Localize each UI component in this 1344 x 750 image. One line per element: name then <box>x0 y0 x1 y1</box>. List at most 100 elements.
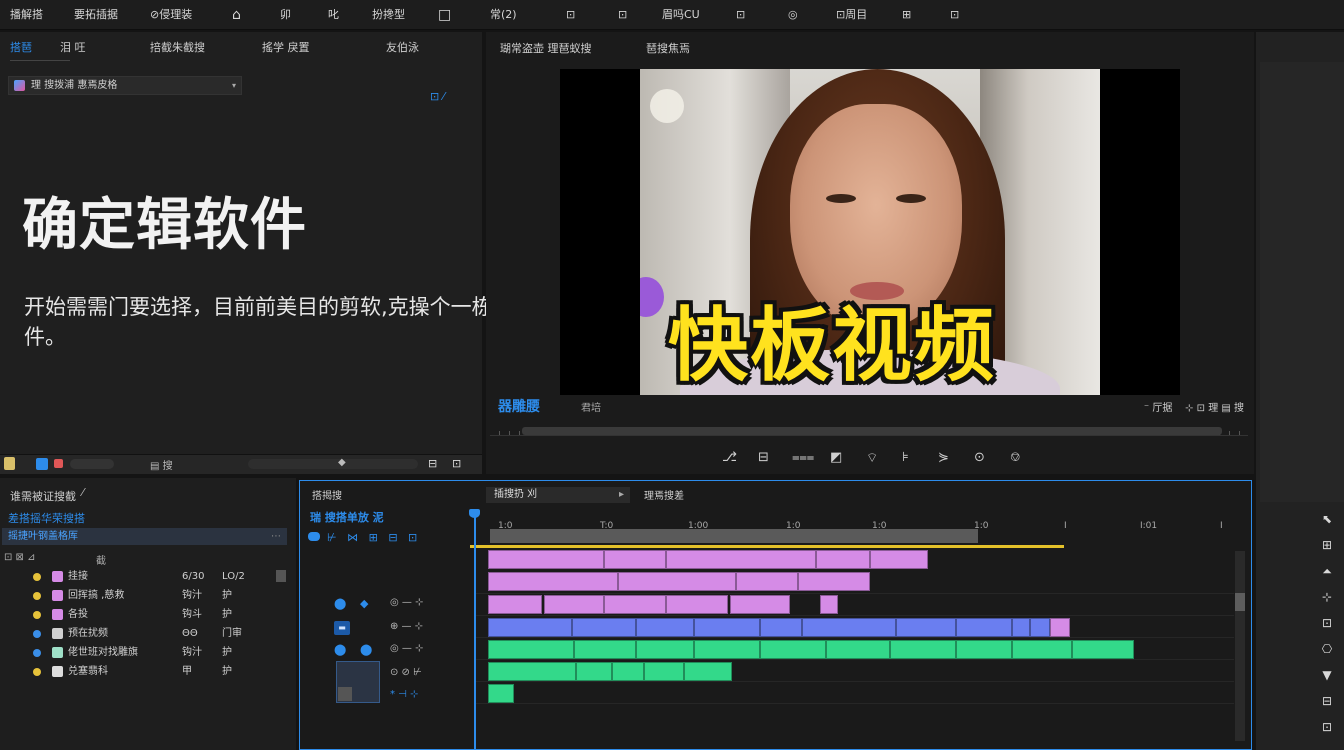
bin-row[interactable]: 预在扰频 ΘΘ 门审 <box>0 625 296 643</box>
track-controls[interactable]: ◎ — ⊹ <box>390 643 423 654</box>
work-area-bar[interactable] <box>490 529 978 543</box>
timeline-scroll-thumb[interactable] <box>1235 593 1245 611</box>
playhead-timecode[interactable]: 器雕腰 <box>498 396 540 416</box>
timeline-timecode[interactable]: 瑞 搜搭单放 泥 <box>310 509 384 525</box>
program-zoom-bar[interactable] <box>522 427 1222 435</box>
hand-tool-icon[interactable]: ▼ <box>1310 668 1344 682</box>
audio-clip[interactable] <box>1012 640 1072 659</box>
source-patch-indicator[interactable] <box>338 687 352 701</box>
timeline-clip[interactable] <box>760 618 802 637</box>
timeline-clip[interactable] <box>736 572 798 591</box>
mark-in-icon[interactable]: ⎇ <box>722 450 737 465</box>
track-label-icon[interactable]: ▬ <box>334 621 350 635</box>
track-controls[interactable]: ◎ — ⊹ <box>390 597 423 608</box>
snap-icon[interactable] <box>308 532 320 541</box>
menu-item-6[interactable]: 眉吗CU <box>662 0 700 30</box>
timeline-clip[interactable] <box>694 618 760 637</box>
timeline-clip[interactable] <box>666 550 816 569</box>
pen-tool-icon[interactable]: ⎔ <box>1310 642 1344 656</box>
tab-markers[interactable]: 搖学 戾置 <box>262 38 310 58</box>
search-bar[interactable] <box>248 459 418 469</box>
menu-icon-4[interactable]: ⊡ <box>618 0 627 30</box>
bin-row[interactable]: 佬世班对找雕旗 钩汁 护 <box>0 644 296 662</box>
lift-icon[interactable]: ⊧ <box>902 450 909 465</box>
selection-tool-icon[interactable]: ⬉ <box>1310 512 1344 526</box>
audio-clip[interactable] <box>826 640 890 659</box>
bin-row[interactable]: 各投 钩斗 护 <box>0 606 296 624</box>
timeline-clip[interactable] <box>896 618 956 637</box>
panel-icon[interactable]: □ <box>438 0 451 30</box>
track-header-v3[interactable]: ⬤ ◆ ◎ — ⊹ <box>304 595 472 615</box>
menu-icon-8[interactable]: ⊡ <box>950 0 959 30</box>
toggle-output-icon[interactable]: ⬤ <box>334 643 346 656</box>
tab-program[interactable]: 瑚常盗壶 理琶蚁搜 <box>500 40 592 56</box>
tab-effects[interactable]: 掊截朱截搜 <box>150 38 205 58</box>
menu-icon-1[interactable]: 卯 <box>280 0 291 30</box>
audio-clip[interactable] <box>890 640 956 659</box>
bin-selected-item[interactable]: 摇捷叶钢盖格厍 ⋯ <box>2 528 287 545</box>
bin-row[interactable]: 兑塞翡科 甲 护 <box>0 663 296 681</box>
toggle-output-icon[interactable]: ⬤ <box>334 597 346 610</box>
zoom-slider[interactable] <box>70 459 114 469</box>
razor-tool-icon[interactable]: ⊹ <box>1310 590 1344 604</box>
menu-item-1[interactable]: 播解搭 <box>10 0 43 30</box>
settings-icon[interactable]: ⎊ <box>1010 450 1020 465</box>
timeline-scrollbar[interactable] <box>1235 551 1245 741</box>
zoom-tool-icon[interactable]: ⊡ <box>1310 720 1344 734</box>
audio-clip[interactable] <box>574 640 636 659</box>
track-header-a2[interactable]: * ⊣ ⊹ <box>304 687 472 707</box>
timeline-clip[interactable] <box>956 618 1012 637</box>
timeline-clip[interactable] <box>798 572 870 591</box>
menu-icon-2[interactable]: 叱 <box>328 0 339 30</box>
wrench-icon[interactable]: ⊡ <box>408 531 417 544</box>
menu-item-7[interactable]: ⊡周目 <box>836 0 867 30</box>
audio-clip[interactable] <box>488 662 576 681</box>
home-icon[interactable]: ⌂ <box>232 0 241 30</box>
menu-icon-7[interactable]: ⊞ <box>902 0 911 30</box>
timeline-clip[interactable] <box>618 572 736 591</box>
menu-item-4[interactable]: 扮搀型 <box>372 0 405 30</box>
menu-item-5[interactable]: 常(2) <box>490 0 517 30</box>
tab-history[interactable]: 友伯泳 <box>386 38 419 58</box>
playhead-handle[interactable] <box>469 509 480 518</box>
new-bin-icon[interactable]: ⊟ <box>428 457 437 470</box>
mark-out-icon[interactable]: ⊟ <box>758 450 769 465</box>
timeline-clip[interactable] <box>816 550 870 569</box>
sequence-dropdown[interactable]: 插搜扔 刈 ▸ <box>486 487 630 503</box>
audio-clip[interactable] <box>694 640 760 659</box>
bin-scrollbar[interactable] <box>276 570 286 582</box>
timeline-clip[interactable] <box>604 595 666 614</box>
timeline-clip[interactable] <box>730 595 790 614</box>
settings-icon[interactable]: ⊞ <box>369 531 378 544</box>
tab-source[interactable]: 琶搜焦焉 <box>646 40 690 56</box>
audio-clip[interactable] <box>760 640 826 659</box>
bin-row[interactable]: 回挥搞 ,慈救 钩汁 护 <box>0 587 296 605</box>
tab-media[interactable]: 泪 㕵 <box>60 38 86 58</box>
menu-icon[interactable]: ⋯ <box>271 528 281 545</box>
slip-tool-icon[interactable]: ⊡ <box>1310 616 1344 630</box>
captions-icon[interactable]: ⊟ <box>388 531 397 544</box>
freeform-view-icon[interactable] <box>54 459 63 468</box>
tab-project[interactable]: 搭琶 <box>10 38 32 58</box>
timeline-clip[interactable] <box>572 618 636 637</box>
icon-view-icon[interactable] <box>36 458 48 470</box>
tab-timeline[interactable]: 搭揭搜 <box>312 487 342 502</box>
video-viewer[interactable]: 快板视频 <box>560 69 1180 395</box>
audio-clip[interactable] <box>956 640 1012 659</box>
bin-path-link[interactable]: 差搭摇华荣搜搭 <box>8 510 85 526</box>
timeline-clip[interactable] <box>636 618 694 637</box>
extract-icon[interactable]: ⋟ <box>938 450 949 465</box>
column-name[interactable]: 截 <box>96 552 106 567</box>
menu-item-3[interactable]: ⊘侵理装 <box>150 0 192 30</box>
sync-lock-icon[interactable]: ◆ <box>360 597 368 610</box>
project-dropdown[interactable]: 理 搜拨浦 惠焉皮格 ▾ <box>8 76 242 95</box>
timeline-clip[interactable] <box>544 595 604 614</box>
track-controls[interactable]: * ⊣ ⊹ <box>390 689 418 700</box>
play-icon[interactable]: ◩ <box>830 450 842 465</box>
track-header-a1[interactable]: ⊙ ⊘ ⊬ <box>304 665 472 685</box>
timeline-clip[interactable] <box>1012 618 1030 637</box>
resolution-label[interactable]: 厅据 <box>1152 403 1172 414</box>
audio-clip[interactable] <box>488 684 514 703</box>
audio-clip[interactable] <box>612 662 644 681</box>
sort-icon[interactable]: ▤ 搜 <box>150 457 173 472</box>
